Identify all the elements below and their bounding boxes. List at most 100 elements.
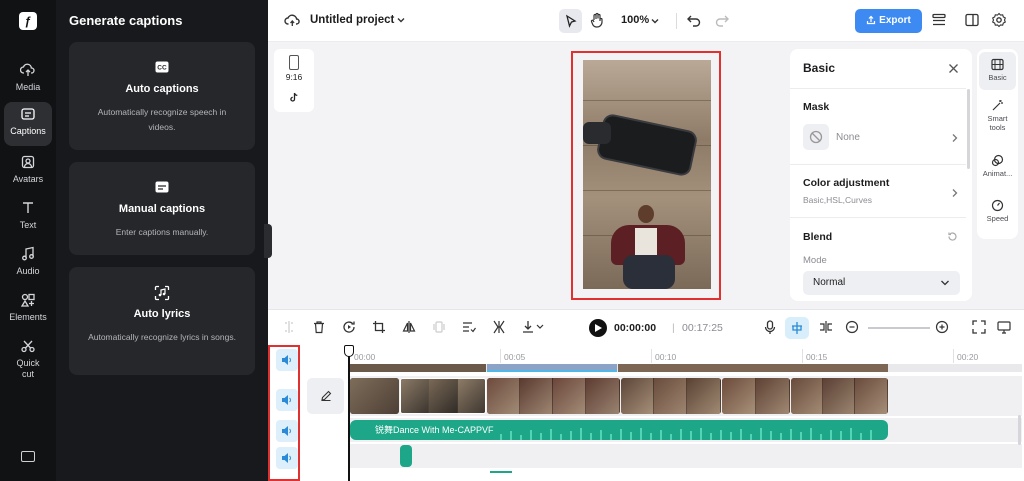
crop-icon[interactable] (372, 320, 390, 338)
time-separator: | (672, 322, 675, 334)
video-clip[interactable] (722, 378, 790, 414)
freeze-icon[interactable] (432, 320, 450, 338)
color-adjustment-label[interactable]: Color adjustment (803, 177, 889, 189)
zoom-level[interactable]: 100% (621, 14, 649, 26)
layout-panel-icon[interactable] (964, 12, 982, 30)
audio-clip[interactable]: 锐舞Dance With Me-CAPPVF (350, 420, 888, 440)
tab-animation[interactable]: Animat... (979, 154, 1016, 178)
trim-icon[interactable] (492, 320, 510, 338)
app-logo-icon[interactable]: ƒ (19, 12, 37, 30)
toolbar-divider (676, 13, 677, 29)
speaker-icon (282, 395, 291, 405)
select-tool-button[interactable] (559, 9, 582, 33)
undo-icon[interactable] (686, 12, 704, 30)
chevron-right-icon[interactable] (951, 132, 959, 146)
video-clip[interactable] (791, 378, 888, 414)
captions-edit-icon[interactable] (462, 320, 480, 338)
auto-snap-toggle[interactable] (785, 317, 809, 339)
chevron-down-icon[interactable] (396, 14, 414, 32)
blend-mode-select[interactable]: Normal (803, 271, 960, 295)
download-icon[interactable] (522, 320, 544, 338)
mask-none-option[interactable] (803, 124, 829, 150)
tab-speed[interactable]: Speed (979, 199, 1016, 223)
track-mute-button[interactable] (276, 447, 298, 469)
zoom-slider[interactable] (868, 327, 930, 329)
split-icon[interactable] (282, 320, 300, 338)
project-name[interactable]: Untitled project (310, 14, 394, 26)
zoom-out-icon[interactable] (845, 320, 863, 338)
auto-captions-card[interactable]: CC Auto captions Automatically recognize… (69, 42, 255, 150)
zoom-in-icon[interactable] (935, 320, 953, 338)
keyboard-shortcuts-icon[interactable] (21, 451, 35, 462)
video-clip[interactable] (487, 378, 620, 414)
settings-gear-icon[interactable] (991, 12, 1009, 30)
video-preview[interactable] (583, 60, 711, 289)
playhead-handle[interactable] (344, 345, 354, 357)
timeline[interactable]: 00:00 00:05 00:10 00:15 00:20 锐舞Dance Wi… (268, 345, 1024, 481)
preview-display-icon[interactable] (997, 320, 1015, 338)
reset-icon[interactable] (947, 231, 958, 245)
overlay-clip[interactable] (487, 364, 617, 372)
export-button[interactable]: Export (855, 9, 922, 33)
playhead[interactable] (348, 347, 350, 481)
auto-lyrics-card[interactable]: Auto lyrics Automatically recognize lyri… (69, 267, 255, 375)
edit-cover-button[interactable] (307, 378, 344, 414)
video-clip[interactable] (400, 378, 486, 414)
tab-label: Smart tools (987, 114, 1008, 132)
total-time: 00:17:25 (682, 322, 723, 334)
close-icon[interactable] (948, 63, 959, 77)
mask-value: None (836, 132, 860, 143)
properties-scrollbar[interactable] (967, 89, 970, 169)
overlay-clip[interactable] (618, 364, 888, 372)
phone-object (595, 112, 699, 178)
zoom-chevron-down-icon[interactable] (650, 15, 668, 33)
track-mute-button[interactable] (276, 349, 298, 371)
rail-item-avatars[interactable]: Avatars (4, 150, 52, 194)
timeline-scrollbar[interactable] (1018, 415, 1021, 445)
blend-label: Blend (803, 231, 833, 243)
play-button[interactable] (589, 319, 607, 337)
rail-item-audio[interactable]: Audio (4, 242, 52, 286)
rail-item-quick-cut[interactable]: Quick cut (4, 334, 52, 384)
rail-label: Media (15, 82, 41, 92)
replay-icon[interactable] (342, 320, 360, 338)
delete-icon[interactable] (312, 320, 330, 338)
rail-item-media[interactable]: Media (4, 58, 52, 102)
fullscreen-icon[interactable] (972, 320, 990, 338)
ruler-label: 00:00 (354, 352, 376, 362)
overlay-clip[interactable] (350, 364, 486, 372)
track-mute-button[interactable] (276, 420, 298, 442)
flip-icon[interactable] (402, 320, 420, 338)
collapse-panel-button[interactable] (264, 224, 272, 258)
chevron-right-icon[interactable] (951, 187, 959, 201)
rail-item-elements[interactable]: Elements (4, 288, 52, 332)
left-rail: ƒ Media Captions Avatars Text Audio Elem… (0, 0, 56, 481)
aspect-ratio-selector[interactable]: 9:16 (274, 49, 314, 112)
upload-icon (867, 15, 876, 25)
selected-video-frame[interactable] (571, 51, 721, 300)
track-mute-button[interactable] (276, 389, 298, 411)
video-clip[interactable] (621, 378, 721, 414)
cloud-save-icon[interactable] (284, 12, 302, 30)
person-shirt (635, 228, 657, 258)
video-clip[interactable] (350, 378, 399, 414)
chevron-down-icon (941, 280, 949, 286)
redo-icon[interactable] (714, 12, 732, 30)
magic-wand-icon (992, 100, 1003, 111)
manual-captions-card[interactable]: Manual captions Enter captions manually. (69, 162, 255, 255)
microphone-icon[interactable] (763, 320, 781, 338)
divider (790, 217, 966, 218)
small-audio-clip[interactable] (400, 445, 412, 467)
split-screen-icon[interactable] (819, 320, 837, 338)
hand-tool-icon[interactable] (589, 12, 607, 30)
card-description: Enter captions manually. (115, 227, 209, 237)
card-description: Automatically recognize lyrics in songs. (88, 332, 236, 342)
rail-item-captions[interactable]: Captions (4, 102, 52, 146)
tab-basic[interactable]: Basic (979, 52, 1016, 90)
rail-label: Elements (9, 312, 47, 322)
audio-clip-title: 锐舞Dance With Me-CAPPVF (375, 425, 494, 435)
export-label: Export (879, 15, 911, 26)
rail-item-text[interactable]: Text (4, 196, 52, 240)
layers-stack-icon[interactable] (931, 12, 949, 30)
tab-smart-tools[interactable]: Smart tools (979, 99, 1016, 132)
